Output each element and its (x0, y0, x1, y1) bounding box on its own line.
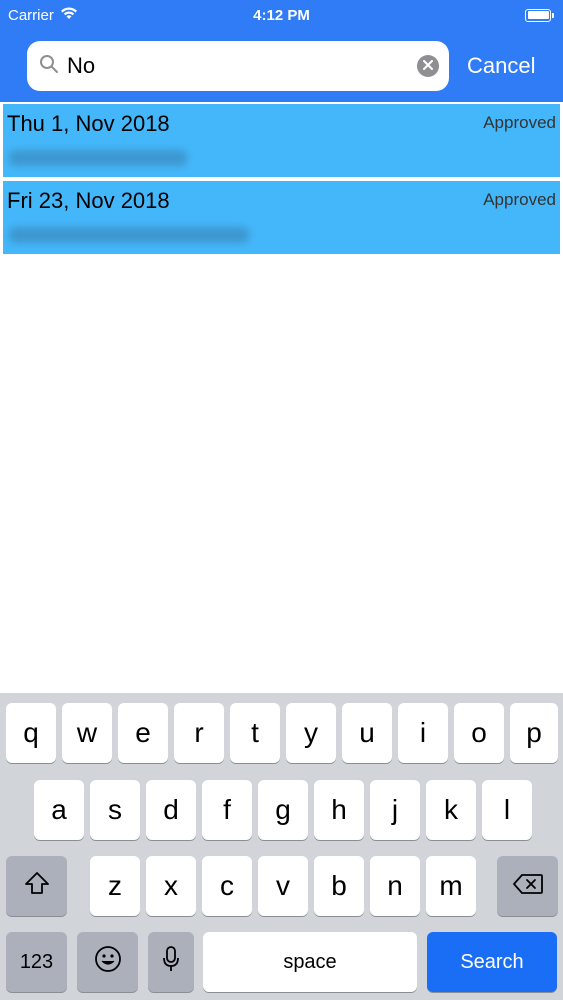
key-f[interactable]: f (202, 780, 252, 840)
key-e[interactable]: e (118, 703, 168, 763)
search-key[interactable]: Search (427, 932, 557, 992)
result-date: Fri 23, Nov 2018 (7, 188, 170, 213)
battery-icon (525, 8, 554, 22)
key-h[interactable]: h (314, 780, 364, 840)
key-j[interactable]: j (370, 780, 420, 840)
emoji-icon (94, 945, 122, 980)
dictation-key[interactable] (148, 932, 194, 992)
key-n[interactable]: n (370, 856, 420, 916)
key-r[interactable]: r (174, 703, 224, 763)
emoji-key[interactable] (77, 932, 138, 992)
key-l[interactable]: l (482, 780, 532, 840)
space-key[interactable]: space (203, 932, 417, 992)
result-date: Thu 1, Nov 2018 (7, 111, 170, 136)
key-s[interactable]: s (90, 780, 140, 840)
key-v[interactable]: v (258, 856, 308, 916)
status-bar: Carrier 4:12 PM (0, 0, 563, 30)
close-icon (423, 57, 433, 75)
key-w[interactable]: w (62, 703, 112, 763)
key-x[interactable]: x (146, 856, 196, 916)
redacted-text (9, 150, 187, 166)
status-left: Carrier (8, 6, 78, 24)
key-p[interactable]: p (510, 703, 558, 763)
wifi-icon (60, 6, 78, 24)
status-time: 4:12 PM (253, 6, 310, 24)
search-icon (39, 54, 59, 79)
list-item[interactable]: Fri 23, Nov 2018 Approved (3, 181, 560, 254)
status-badge: Approved (483, 113, 556, 132)
key-t[interactable]: t (230, 703, 280, 763)
backspace-icon (512, 870, 544, 902)
key-a[interactable]: a (34, 780, 84, 840)
key-k[interactable]: k (426, 780, 476, 840)
key-q[interactable]: q (6, 703, 56, 763)
key-o[interactable]: o (454, 703, 504, 763)
numbers-key[interactable]: 123 (6, 932, 67, 992)
key-c[interactable]: c (202, 856, 252, 916)
key-b[interactable]: b (314, 856, 364, 916)
key-m[interactable]: m (426, 856, 476, 916)
key-u[interactable]: u (342, 703, 392, 763)
list-item[interactable]: Thu 1, Nov 2018 Approved (3, 104, 560, 177)
shift-key[interactable] (6, 856, 67, 916)
key-i[interactable]: i (398, 703, 448, 763)
key-g[interactable]: g (258, 780, 308, 840)
search-header: Cancel (0, 30, 563, 102)
search-box[interactable] (27, 41, 449, 91)
cancel-button[interactable]: Cancel (467, 53, 535, 79)
search-input[interactable] (59, 53, 417, 79)
shift-icon (24, 870, 50, 902)
results-list: Thu 1, Nov 2018 Approved Fri 23, Nov 201… (0, 104, 563, 258)
keyboard: q w e r t y u i o p a s d f g h j k l z … (0, 693, 563, 1000)
key-d[interactable]: d (146, 780, 196, 840)
delete-key[interactable] (497, 856, 558, 916)
status-badge: Approved (483, 190, 556, 209)
carrier-label: Carrier (8, 6, 54, 24)
key-z[interactable]: z (90, 856, 140, 916)
microphone-icon (162, 945, 180, 980)
clear-search-button[interactable] (417, 55, 439, 77)
redacted-text (9, 227, 249, 243)
key-y[interactable]: y (286, 703, 336, 763)
